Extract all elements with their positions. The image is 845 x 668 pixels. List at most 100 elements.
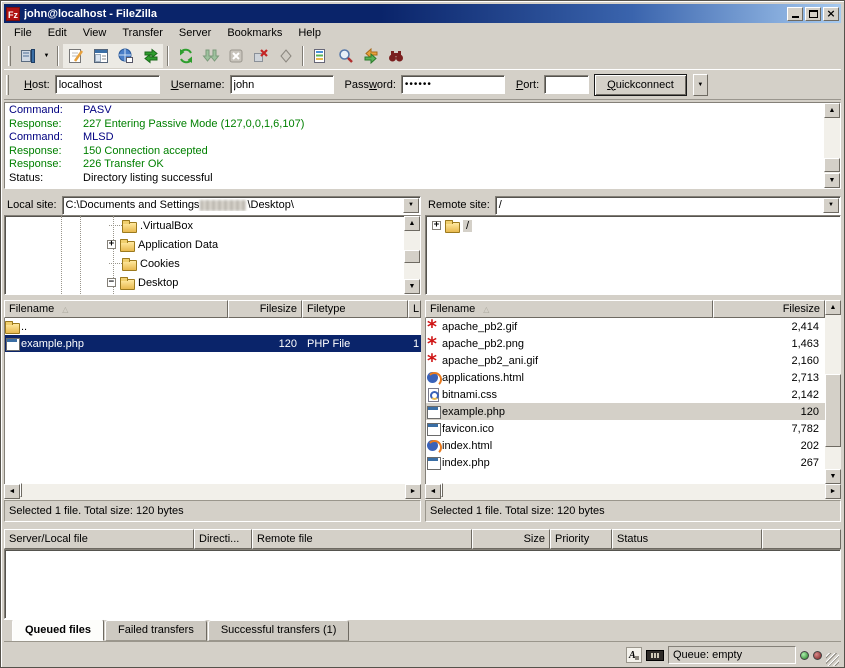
tab-queued-files[interactable]: Queued files [12, 619, 104, 641]
minimize-button[interactable] [787, 7, 803, 21]
scroll-thumb[interactable] [825, 374, 841, 448]
scroll-track[interactable] [825, 315, 841, 469]
message-log-body[interactable]: Command:PASV Response:227 Entering Passi… [5, 103, 824, 188]
menu-transfer[interactable]: Transfer [114, 24, 171, 42]
scroll-down-button[interactable]: ▼ [404, 279, 420, 294]
tab-failed-transfers[interactable]: Failed transfers [105, 620, 207, 641]
port-input[interactable] [544, 75, 589, 94]
toggle-local-tree-button[interactable] [88, 44, 113, 68]
scroll-track[interactable] [824, 118, 840, 173]
file-row-selected[interactable]: example.php 120 PHP File 1 [5, 335, 421, 352]
column-header-filesize[interactable]: Filesize [713, 300, 825, 318]
scroll-right-button[interactable]: ► [405, 484, 421, 499]
column-header-priority[interactable]: Priority [550, 529, 612, 549]
data-type-icon[interactable]: A [626, 647, 642, 663]
tree-item-cookies[interactable]: Cookies [5, 254, 404, 273]
expand-icon[interactable]: + [432, 221, 441, 230]
remote-list-scrollbar[interactable]: ▲ ▼ [825, 300, 841, 484]
combo-dropdown-icon[interactable]: ▼ [403, 198, 419, 213]
scroll-up-button[interactable]: ▲ [404, 216, 420, 231]
remote-site-combo[interactable]: / ▼ [495, 196, 841, 215]
column-header-server-local-file[interactable]: Server/Local file [4, 529, 194, 549]
resize-grip[interactable] [826, 653, 839, 666]
menu-view[interactable]: View [75, 24, 115, 42]
titlebar[interactable]: Fz john@localhost - FileZilla × [4, 4, 841, 23]
scroll-track[interactable] [441, 484, 825, 500]
close-button[interactable]: × [823, 7, 839, 21]
column-header-filetype[interactable]: Filetype [302, 300, 408, 318]
directory-comparison-button[interactable] [333, 44, 358, 68]
remote-list-hscrollbar[interactable]: ◄ ► [425, 484, 841, 500]
menu-file[interactable]: File [6, 24, 40, 42]
column-header-filename[interactable]: Filename△ [425, 300, 713, 318]
host-input[interactable] [55, 75, 160, 94]
remote-list-body[interactable]: apache_pb2.gif2,414 apache_pb2.png1,463 … [425, 318, 825, 484]
process-queue-button[interactable] [198, 44, 223, 68]
local-tree-scrollbar[interactable]: ▲ ▼ [404, 216, 420, 294]
menu-server[interactable]: Server [171, 24, 219, 42]
scroll-down-button[interactable]: ▼ [825, 469, 841, 484]
quickconnect-dropdown[interactable]: ▼ [693, 74, 708, 96]
scroll-up-button[interactable]: ▲ [824, 103, 840, 118]
file-row[interactable]: apache_pb2.gif2,414 [426, 318, 825, 335]
file-row[interactable]: bitnami.css2,142 [426, 386, 825, 403]
scroll-right-button[interactable]: ► [825, 484, 841, 499]
combo-dropdown-icon[interactable]: ▼ [823, 198, 839, 213]
column-header-size[interactable]: Size [472, 529, 550, 549]
column-header-direction[interactable]: Directi... [194, 529, 252, 549]
tree-item-virtualbox[interactable]: .VirtualBox [5, 216, 404, 235]
scroll-left-button[interactable]: ◄ [4, 484, 20, 499]
directory-filters-button[interactable] [308, 44, 333, 68]
column-header-filesize[interactable]: Filesize [228, 300, 302, 318]
local-site-combo[interactable]: C:\Documents and Settings\Desktop\ ▼ [62, 196, 421, 215]
disconnect-button[interactable] [248, 44, 273, 68]
toggle-remote-tree-button[interactable] [113, 44, 138, 68]
file-row[interactable]: apache_pb2_ani.gif2,160 [426, 352, 825, 369]
file-row[interactable]: index.php267 [426, 454, 825, 471]
transfer-queue-body[interactable] [4, 549, 841, 619]
speed-limit-icon[interactable] [646, 650, 664, 661]
maximize-button[interactable] [805, 7, 821, 21]
file-row[interactable]: applications.html2,713 [426, 369, 825, 386]
toggle-message-log-button[interactable] [63, 44, 88, 68]
column-header-status[interactable]: Status [612, 529, 762, 549]
site-manager-button[interactable] [15, 44, 40, 68]
local-list-body[interactable]: .. example.php 120 PHP File 1 [4, 318, 421, 484]
refresh-button[interactable] [173, 44, 198, 68]
scroll-thumb[interactable] [404, 250, 420, 263]
local-tree-area[interactable]: .VirtualBox + Application Data Cookies − [5, 216, 404, 294]
local-list-hscrollbar[interactable]: ◄ ► [4, 484, 421, 500]
expand-icon[interactable]: + [107, 240, 116, 249]
tab-successful-transfers[interactable]: Successful transfers (1) [208, 620, 350, 641]
log-scrollbar[interactable]: ▲ ▼ [824, 103, 840, 188]
reconnect-button[interactable] [273, 44, 298, 68]
scroll-thumb[interactable] [824, 158, 840, 172]
tree-item-desktop[interactable]: − Desktop [5, 273, 404, 292]
synchronized-browsing-button[interactable] [358, 44, 383, 68]
quickconnect-gripper[interactable] [6, 75, 9, 95]
tree-item-application-data[interactable]: + Application Data [5, 235, 404, 254]
file-row[interactable]: apache_pb2.png1,463 [426, 335, 825, 352]
password-input[interactable] [401, 75, 505, 94]
username-input[interactable] [230, 75, 334, 94]
scroll-thumb[interactable] [441, 483, 443, 497]
menu-help[interactable]: Help [290, 24, 329, 42]
tree-item-root[interactable]: + / [426, 216, 840, 235]
remote-tree-area[interactable]: + / [426, 216, 840, 294]
site-manager-dropdown[interactable]: ▼ [40, 44, 53, 68]
scroll-down-button[interactable]: ▼ [824, 173, 840, 188]
toolbar-gripper[interactable] [8, 46, 11, 66]
horizontal-splitter[interactable] [4, 522, 841, 529]
cancel-operation-button[interactable] [223, 44, 248, 68]
file-row-updir[interactable]: .. [5, 318, 421, 335]
find-files-button[interactable] [383, 44, 408, 68]
file-row[interactable]: index.html202 [426, 437, 825, 454]
column-header-filename[interactable]: Filename△ [4, 300, 228, 318]
file-row[interactable]: favicon.ico7,782 [426, 420, 825, 437]
menu-bookmarks[interactable]: Bookmarks [219, 24, 290, 42]
scroll-thumb[interactable] [20, 483, 22, 497]
quickconnect-button[interactable]: Quickconnect [594, 74, 687, 96]
file-row-selected[interactable]: example.php120 [426, 403, 825, 420]
column-header-last-modified[interactable]: L [408, 300, 421, 318]
scroll-track[interactable] [404, 231, 420, 279]
